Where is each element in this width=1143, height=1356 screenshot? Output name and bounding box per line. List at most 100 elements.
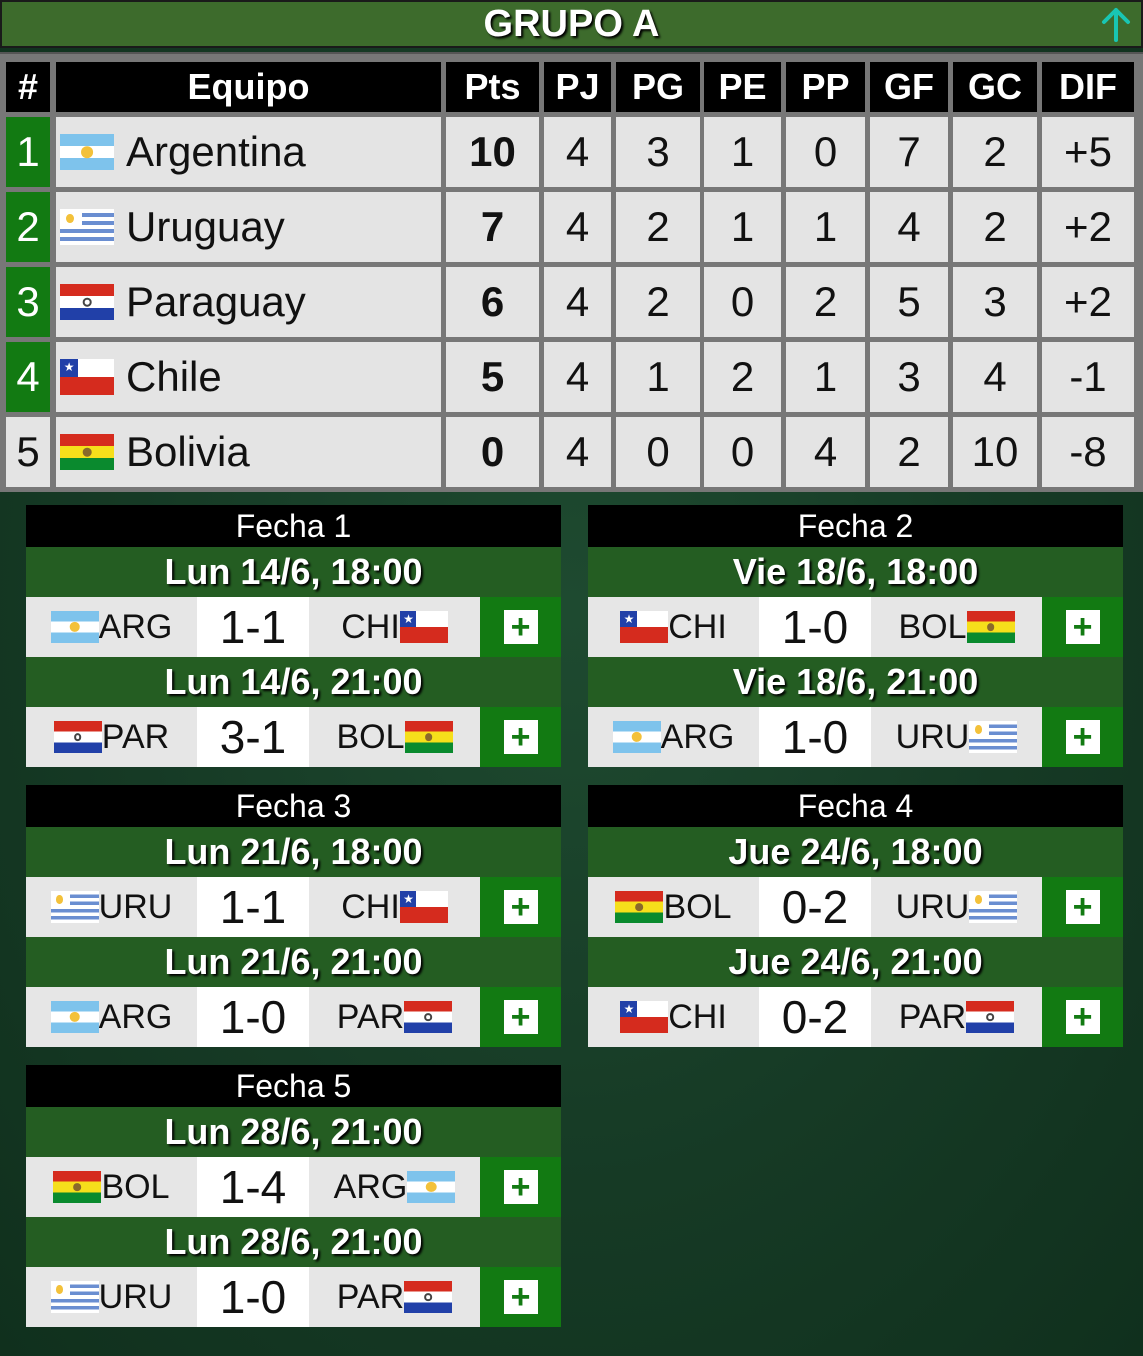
pg-cell: 0	[616, 417, 700, 487]
plus-icon[interactable]: +	[503, 720, 538, 754]
header-team: Equipo	[56, 62, 441, 112]
plus-icon[interactable]: +	[1065, 720, 1100, 754]
pg-cell: 1	[616, 342, 700, 412]
away-code: URU	[895, 717, 970, 756]
match-date: Lun 14/6, 18:00	[26, 547, 561, 597]
dif-cell: +5	[1042, 117, 1134, 187]
match-date: Lun 21/6, 21:00	[26, 937, 561, 987]
pj-cell: 4	[544, 417, 611, 487]
uru-flag-icon	[50, 891, 99, 923]
chi-flag-icon	[620, 1001, 669, 1033]
home-code: URU	[98, 887, 173, 926]
home-code: CHI	[668, 997, 727, 1036]
bol-flag-icon	[615, 891, 664, 923]
round-title: Fecha 1	[26, 505, 561, 547]
group-title: GRUPO A	[483, 2, 660, 45]
expand-match-button[interactable]: +	[480, 597, 561, 657]
arg-flag-icon	[612, 721, 661, 753]
away-code: PAR	[898, 997, 967, 1036]
par-flag-icon	[404, 1001, 453, 1033]
par-flag-icon	[60, 284, 114, 320]
expand-match-button[interactable]: +	[480, 1157, 561, 1217]
fixture-round: Fecha 5 Lun 28/6, 21:00 BOL 1-4 ARG + Lun 28/6…	[26, 1065, 561, 1327]
arrow-up-icon[interactable]	[1099, 6, 1133, 42]
standings-table: # Equipo Pts PJ PG PE PP GF GC DIF 1 Argentina 10 4 3 1…	[0, 52, 1143, 492]
plus-icon[interactable]: +	[503, 610, 538, 644]
chi-flag-icon	[399, 891, 448, 923]
pp-cell: 0	[786, 117, 865, 187]
plus-icon[interactable]: +	[1065, 1000, 1100, 1034]
header-pts: Pts	[446, 62, 539, 112]
round-title: Fecha 5	[26, 1065, 561, 1107]
plus-icon[interactable]: +	[503, 1170, 538, 1204]
home-code: PAR	[101, 717, 170, 756]
team-cell[interactable]: Uruguay	[56, 192, 441, 262]
match-score: 1-0	[759, 597, 871, 657]
plus-icon[interactable]: +	[503, 890, 538, 924]
match-score: 3-1	[197, 707, 309, 767]
dif-cell: -1	[1042, 342, 1134, 412]
expand-match-button[interactable]: +	[480, 877, 561, 937]
arg-flag-icon	[50, 1001, 99, 1033]
expand-match-button[interactable]: +	[1042, 597, 1123, 657]
team-name: Paraguay	[126, 278, 306, 325]
plus-icon[interactable]: +	[1065, 890, 1100, 924]
bol-flag-icon	[60, 434, 114, 470]
match-row: ARG 1-1 CHI +	[26, 597, 561, 657]
expand-match-button[interactable]: +	[480, 987, 561, 1047]
away-team: ARG	[309, 1157, 480, 1217]
pj-cell: 4	[544, 192, 611, 262]
team-cell[interactable]: Chile	[56, 342, 441, 412]
expand-match-button[interactable]: +	[1042, 877, 1123, 937]
plus-icon[interactable]: +	[1065, 610, 1100, 644]
pg-cell: 2	[616, 267, 700, 337]
header-pg: PG	[616, 62, 700, 112]
expand-match-button[interactable]: +	[1042, 707, 1123, 767]
uru-flag-icon	[60, 209, 114, 245]
match-date: Lun 28/6, 21:00	[26, 1107, 561, 1157]
pos-cell: 2	[6, 192, 50, 262]
home-team: ARG	[26, 987, 197, 1047]
header-pos: #	[6, 62, 50, 112]
par-flag-icon	[966, 1001, 1015, 1033]
group-header: GRUPO A	[0, 0, 1143, 48]
team-name: Chile	[126, 353, 222, 400]
pg-cell: 2	[616, 192, 700, 262]
match-score: 1-4	[197, 1157, 309, 1217]
away-team: URU	[871, 877, 1042, 937]
away-team: PAR	[309, 987, 480, 1047]
match-date: Lun 21/6, 18:00	[26, 827, 561, 877]
pp-cell: 2	[786, 267, 865, 337]
plus-icon[interactable]: +	[503, 1000, 538, 1034]
home-code: ARG	[98, 607, 173, 646]
plus-icon[interactable]: +	[503, 1280, 538, 1314]
fixture-round: Fecha 1Lun 14/6, 18:00 ARG 1-1 CHI + Lun 14/6…	[26, 505, 561, 767]
match-score: 0-2	[759, 987, 871, 1047]
gc-cell: 4	[953, 342, 1037, 412]
header-gf: GF	[870, 62, 948, 112]
pe-cell: 1	[704, 192, 781, 262]
away-team: CHI	[309, 877, 480, 937]
dif-cell: +2	[1042, 267, 1134, 337]
away-code: PAR	[336, 997, 405, 1036]
header-pp: PP	[786, 62, 865, 112]
team-cell[interactable]: Bolivia	[56, 417, 441, 487]
match-date: Jue 24/6, 18:00	[588, 827, 1123, 877]
expand-match-button[interactable]: +	[480, 707, 561, 767]
home-team: URU	[26, 1267, 197, 1327]
pp-cell: 4	[786, 417, 865, 487]
header-pj: PJ	[544, 62, 611, 112]
dif-cell: -8	[1042, 417, 1134, 487]
header-pe: PE	[704, 62, 781, 112]
expand-match-button[interactable]: +	[1042, 987, 1123, 1047]
away-team: PAR	[309, 1267, 480, 1327]
header-dif: DIF	[1042, 62, 1134, 112]
team-cell[interactable]: Paraguay	[56, 267, 441, 337]
team-cell[interactable]: Argentina	[56, 117, 441, 187]
expand-match-button[interactable]: +	[480, 1267, 561, 1327]
away-team: BOL	[871, 597, 1042, 657]
away-code: CHI	[341, 887, 400, 926]
match-date: Lun 14/6, 21:00	[26, 657, 561, 707]
round-title: Fecha 4	[588, 785, 1123, 827]
match-row: ARG 1-0 PAR +	[26, 987, 561, 1047]
